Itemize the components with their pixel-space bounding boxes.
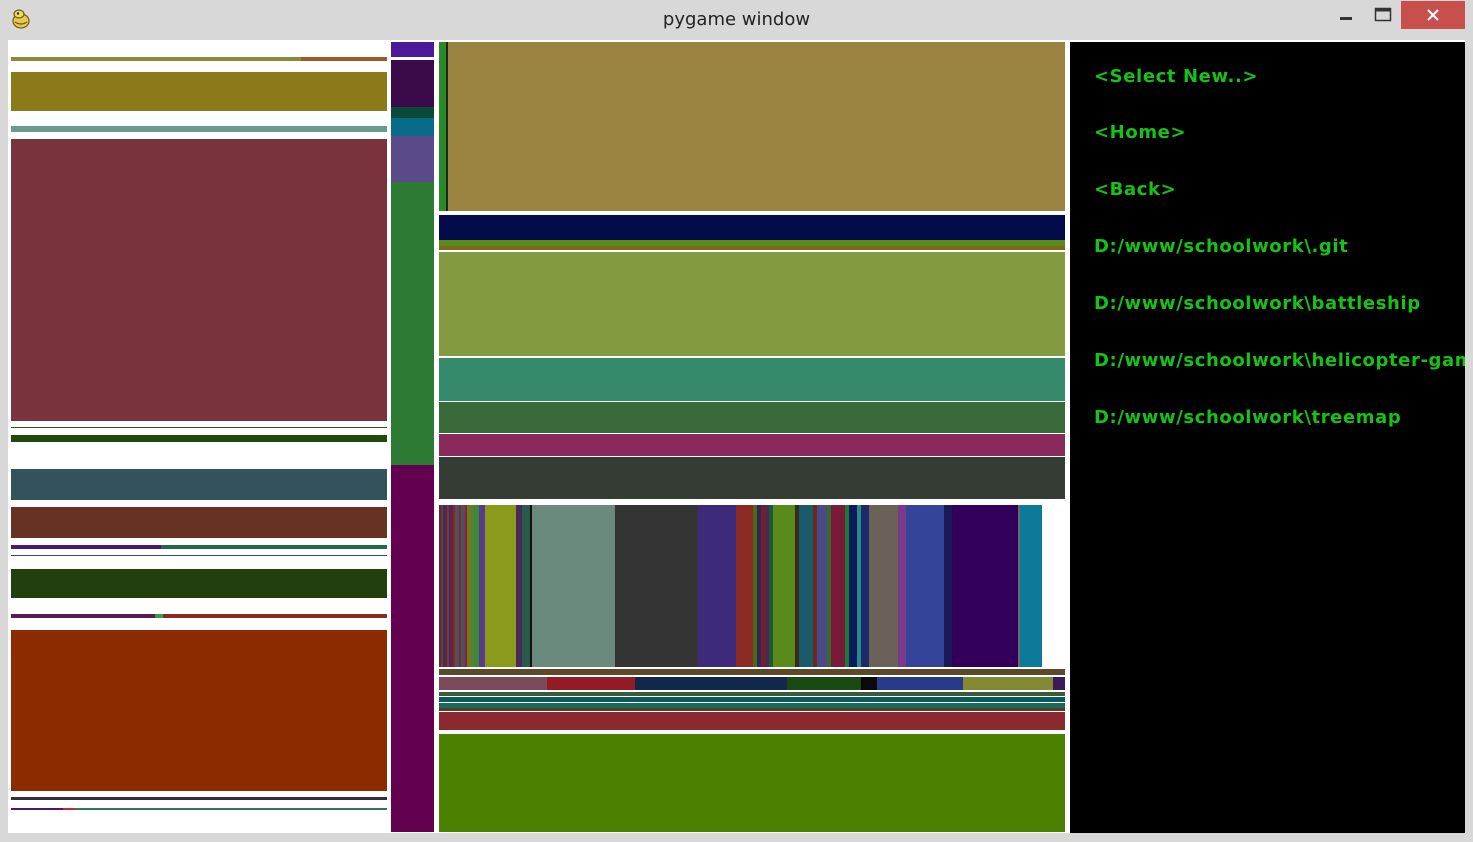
treemap-tile[interactable]: [439, 358, 1065, 401]
treemap-tile[interactable]: [439, 402, 1065, 433]
close-button[interactable]: [1401, 1, 1465, 29]
treemap-tile[interactable]: [906, 505, 944, 667]
close-icon: [1427, 9, 1439, 21]
treemap-tile[interactable]: [944, 505, 952, 667]
treemap-stripes: [439, 505, 1065, 667]
treemap-tile[interactable]: [439, 246, 1065, 250]
treemap-tile[interactable]: [952, 505, 1018, 667]
treemap-tile[interactable]: [861, 677, 877, 690]
navigation-panel: <Select New..> <Home> <Back> D:/www/scho…: [1070, 42, 1465, 833]
treemap-tile[interactable]: [163, 614, 387, 618]
window-title: pygame window: [662, 9, 811, 30]
treemap-tile[interactable]: [11, 555, 387, 556]
treemap-tile[interactable]: [75, 808, 387, 810]
treemap-tile[interactable]: [439, 434, 1065, 456]
treemap-tile[interactable]: [522, 505, 530, 667]
treemap-tile[interactable]: [11, 435, 387, 442]
treemap-tile[interactable]: [439, 42, 446, 211]
treemap-tile[interactable]: [11, 507, 387, 538]
treemap-tile[interactable]: [615, 505, 698, 667]
treemap-tile[interactable]: [391, 465, 434, 832]
folder-link-treemap[interactable]: D:/www/schoolwork\treemap: [1094, 407, 1401, 428]
treemap-tile[interactable]: [11, 139, 387, 421]
minimize-icon: [1340, 17, 1352, 20]
treemap-tile[interactable]: [11, 545, 161, 549]
treemap-tile[interactable]: [301, 57, 387, 61]
treemap-tile[interactable]: [439, 252, 1065, 356]
treemap-tile[interactable]: [448, 42, 1065, 211]
treemap-tile[interactable]: [63, 808, 75, 810]
treemap-tile[interactable]: [439, 505, 453, 667]
treemap-tile[interactable]: [485, 505, 516, 667]
treemap-row: [439, 677, 1065, 690]
treemap-tile[interactable]: [635, 677, 787, 690]
treemap-tile[interactable]: [11, 126, 387, 132]
treemap-tile[interactable]: [439, 457, 1065, 499]
treemap-tile[interactable]: [11, 427, 387, 428]
treemap-tile[interactable]: [439, 215, 1065, 240]
home-button[interactable]: <Home>: [1094, 122, 1186, 143]
title-bar[interactable]: pygame window: [0, 0, 1473, 38]
treemap-tile[interactable]: [391, 42, 434, 57]
treemap-tile[interactable]: [391, 60, 434, 107]
treemap-tile[interactable]: [391, 182, 434, 465]
treemap-tile[interactable]: [787, 677, 861, 690]
treemap-tile[interactable]: [11, 72, 387, 111]
treemap-tile[interactable]: [11, 469, 387, 500]
treemap-tile[interactable]: [532, 505, 615, 667]
treemap-tile[interactable]: [547, 677, 635, 690]
treemap-tile[interactable]: [1053, 677, 1065, 690]
treemap-tile[interactable]: [391, 136, 434, 182]
treemap-tile[interactable]: [439, 669, 1065, 675]
treemap-tile[interactable]: [453, 505, 467, 667]
folder-link-helicopter-game[interactable]: D:/www/schoolwork\helicopter-game: [1094, 350, 1465, 371]
treemap-tile[interactable]: [861, 505, 869, 667]
treemap-tile[interactable]: [898, 505, 906, 667]
treemap-tile[interactable]: [11, 57, 301, 61]
treemap-tile[interactable]: [1020, 505, 1042, 667]
treemap-tile[interactable]: [11, 630, 387, 791]
maximize-button[interactable]: [1367, 1, 1399, 29]
treemap-tile[interactable]: [439, 677, 547, 690]
treemap-tile[interactable]: [439, 697, 1065, 702]
treemap-tile[interactable]: [155, 614, 163, 618]
treemap-tile[interactable]: [817, 505, 827, 667]
select-new-button[interactable]: <Select New..>: [1094, 66, 1258, 87]
treemap-tile[interactable]: [698, 505, 736, 667]
back-button[interactable]: <Back>: [1094, 179, 1176, 200]
treemap-tile[interactable]: [439, 734, 1065, 832]
treemap-tile[interactable]: [11, 797, 387, 800]
treemap-tile[interactable]: [11, 614, 155, 618]
treemap-canvas[interactable]: <Select New..> <Home> <Back> D:/www/scho…: [8, 40, 1465, 833]
folder-link-git[interactable]: D:/www/schoolwork\.git: [1094, 236, 1348, 257]
treemap-tile[interactable]: [161, 545, 387, 549]
treemap-tile[interactable]: [877, 677, 963, 690]
maximize-icon: [1374, 7, 1392, 22]
treemap-tile[interactable]: [799, 505, 813, 667]
treemap-tile[interactable]: [11, 808, 63, 810]
minimize-button[interactable]: [1330, 1, 1362, 29]
folder-link-battleship[interactable]: D:/www/schoolwork\battleship: [1094, 293, 1421, 314]
treemap-tile[interactable]: [439, 708, 1065, 711]
treemap-tile[interactable]: [831, 505, 845, 667]
treemap-tile[interactable]: [773, 505, 795, 667]
treemap-tile[interactable]: [11, 569, 387, 598]
treemap-tile[interactable]: [869, 505, 898, 667]
treemap-tile[interactable]: [963, 677, 1053, 690]
treemap-tile[interactable]: [439, 692, 1065, 696]
treemap-tile[interactable]: [849, 505, 857, 667]
treemap-tile[interactable]: [736, 505, 753, 667]
treemap-tile[interactable]: [391, 118, 434, 136]
treemap-tile[interactable]: [391, 107, 434, 118]
treemap-tile[interactable]: [439, 712, 1065, 730]
